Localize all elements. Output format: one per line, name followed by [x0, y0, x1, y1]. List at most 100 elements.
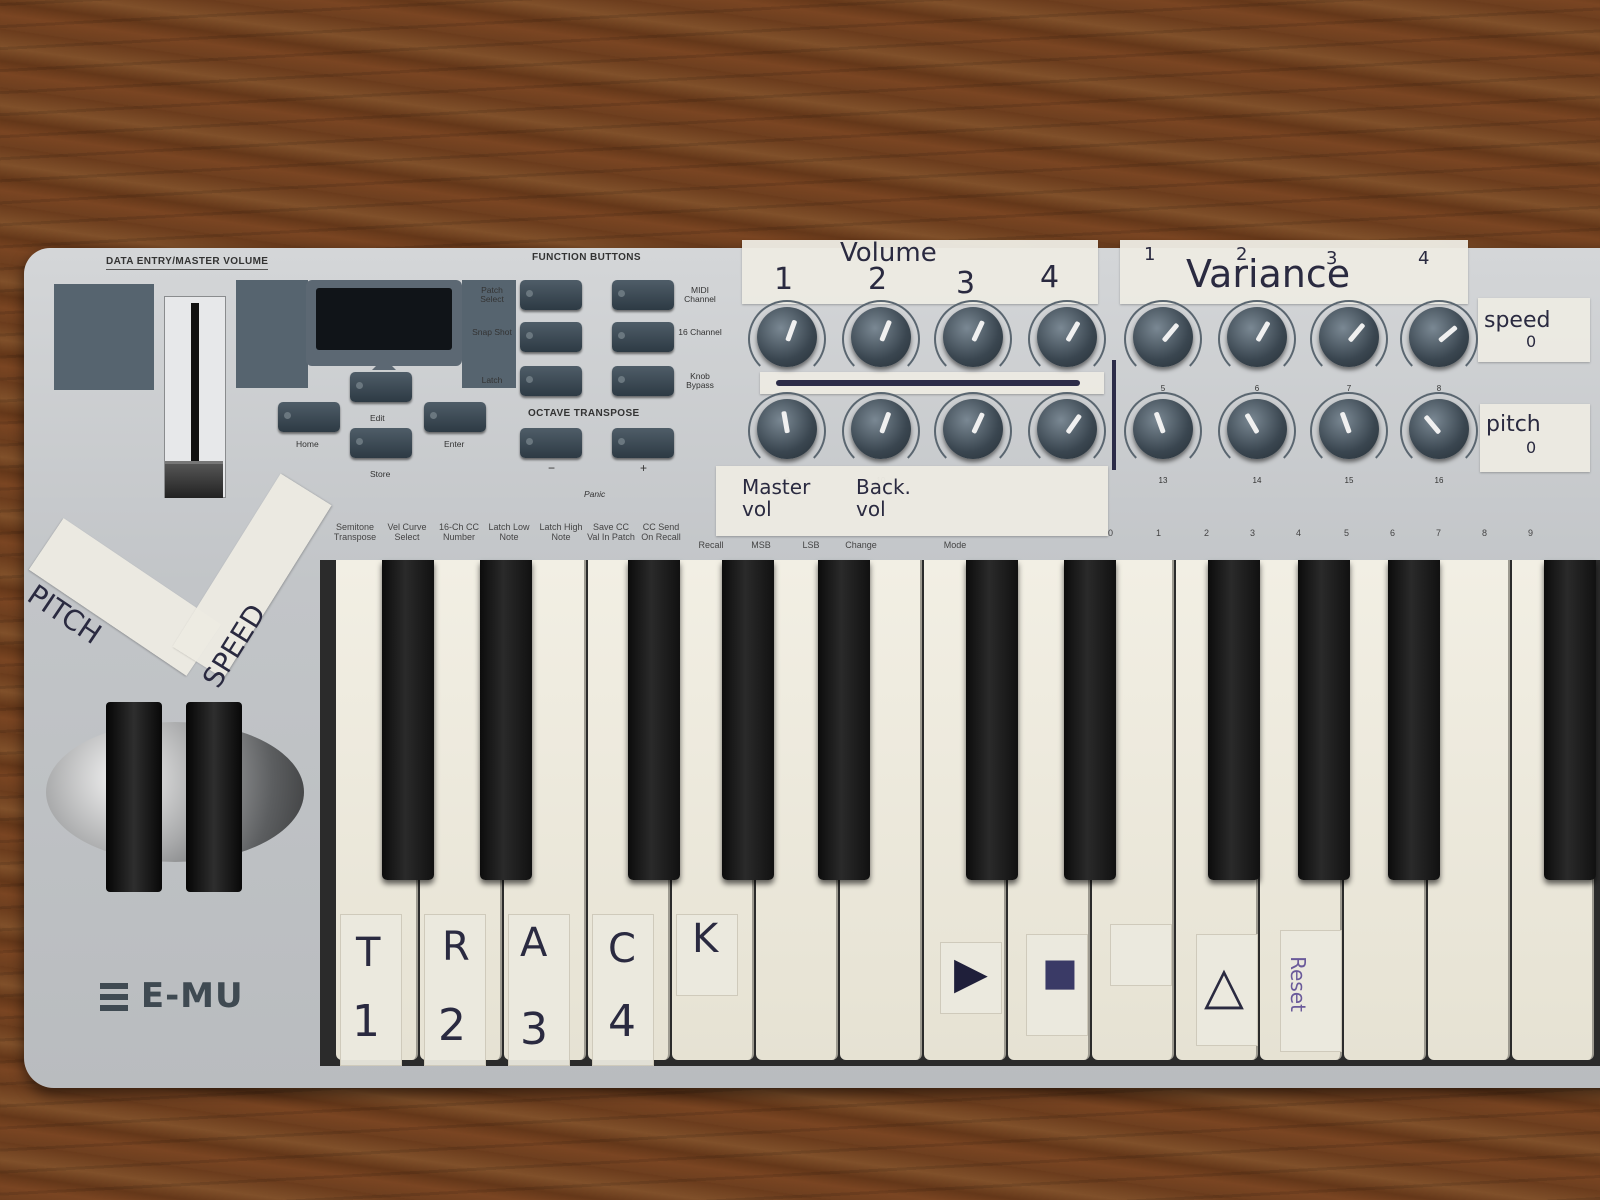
loop-icon: △ — [1204, 956, 1244, 1016]
latch-button[interactable] — [520, 366, 582, 396]
knob-cap[interactable] — [943, 307, 1003, 367]
key-number-4: 4 — [1296, 528, 1302, 538]
knob-cap[interactable] — [1037, 307, 1097, 367]
knob-pointer — [1244, 412, 1260, 435]
octave-plus-label: + — [640, 461, 648, 475]
knob-bypass-button[interactable] — [612, 366, 674, 396]
key-func-latch-low: Latch Low Note — [488, 522, 530, 542]
black-key[interactable] — [628, 560, 680, 880]
slider-track — [191, 303, 199, 473]
knob-pointer — [1153, 411, 1166, 434]
store-label: Store — [370, 469, 391, 479]
knob-cap[interactable] — [851, 307, 911, 367]
knob-pointer — [879, 411, 892, 434]
octave-down-button[interactable] — [520, 428, 582, 458]
knob-11[interactable] — [934, 392, 1012, 470]
knob-cap[interactable] — [1227, 399, 1287, 459]
knob-cap[interactable] — [1409, 307, 1469, 367]
patch-select-label: Patch Select — [480, 285, 504, 304]
black-key[interactable] — [818, 560, 870, 880]
black-key[interactable] — [1298, 560, 1350, 880]
knob-cap[interactable] — [1319, 399, 1379, 459]
knob-7[interactable]: 7 — [1310, 300, 1388, 393]
knob-2[interactable] — [842, 300, 920, 378]
key-func-save-cc: Save CC Val In Patch — [587, 522, 635, 542]
knob-cap[interactable] — [757, 307, 817, 367]
store-button[interactable] — [350, 428, 412, 458]
black-key[interactable] — [722, 560, 774, 880]
knob-6[interactable]: 6 — [1218, 300, 1296, 393]
up-button[interactable] — [350, 372, 412, 402]
key-func-recall: Recall — [698, 540, 724, 550]
16-channel-button[interactable] — [612, 322, 674, 352]
black-key[interactable] — [1064, 560, 1116, 880]
snap-shot-button[interactable] — [520, 322, 582, 352]
knob-8[interactable]: 8 — [1400, 300, 1478, 393]
variance-number-3: 3 — [1326, 248, 1338, 269]
key-number-8: 8 — [1482, 528, 1488, 538]
knob-cap[interactable] — [1133, 307, 1193, 367]
edit-label: Edit — [370, 413, 385, 423]
enter-label: Enter — [444, 439, 465, 449]
key-func-semitone: Semitone Transpose — [333, 522, 377, 542]
volume-label: Volume — [840, 238, 937, 268]
speed-wheel[interactable] — [186, 702, 242, 892]
white-key[interactable] — [1428, 560, 1510, 1060]
key-number-1: 1 — [1156, 528, 1162, 538]
master-volume-slider[interactable] — [164, 296, 226, 498]
slider-cap[interactable] — [165, 461, 223, 498]
snap-shot-label: Snap Shot — [472, 327, 512, 337]
knob-pointer — [785, 319, 798, 342]
track-number-3: 3 — [520, 1004, 548, 1055]
octave-up-button[interactable] — [612, 428, 674, 458]
knob-3[interactable] — [934, 300, 1012, 378]
knob-pointer — [1065, 320, 1081, 343]
key-func-mode: Mode — [943, 540, 967, 550]
knob-10[interactable]: 10 — [842, 392, 920, 485]
16-channel-label: 16 Channel — [678, 327, 722, 337]
knob-4[interactable] — [1028, 300, 1106, 378]
knob-cap[interactable] — [1319, 307, 1379, 367]
knob-cap[interactable] — [757, 399, 817, 459]
variance-number-2: 2 — [1236, 244, 1248, 265]
data-entry-label: DATA ENTRY/MASTER VOLUME — [106, 256, 269, 270]
key-number-3: 3 — [1250, 528, 1256, 538]
black-key[interactable] — [1544, 560, 1596, 880]
black-key[interactable] — [1388, 560, 1440, 880]
patch-select-button[interactable] — [520, 280, 582, 310]
knob-pointer — [1339, 411, 1352, 434]
knob-cap[interactable] — [851, 399, 911, 459]
knob-cap[interactable] — [1227, 307, 1287, 367]
knob-14[interactable]: 14 — [1218, 392, 1296, 485]
knob-15[interactable]: 15 — [1310, 392, 1388, 485]
octave-transpose-label: OCTAVE TRANSPOSE — [528, 408, 640, 419]
octave-minus-label: − — [548, 461, 556, 475]
knob-1[interactable] — [748, 300, 826, 378]
black-key[interactable] — [966, 560, 1018, 880]
knob-pointer — [971, 320, 986, 343]
home-button[interactable] — [278, 402, 340, 432]
key-func-cc-number: 16-Ch CC Number — [438, 522, 479, 542]
knob-9[interactable]: 9 — [748, 392, 826, 485]
knob-pointer — [1161, 322, 1180, 343]
knob-cap[interactable] — [1409, 399, 1469, 459]
black-key[interactable] — [382, 560, 434, 880]
knob-16[interactable]: 16 — [1400, 392, 1478, 485]
knob-pointer — [1423, 414, 1442, 435]
knob-13[interactable]: 13 — [1124, 392, 1202, 485]
knob-12[interactable] — [1028, 392, 1106, 470]
knob-cap[interactable] — [943, 399, 1003, 459]
black-key[interactable] — [480, 560, 532, 880]
knob-number: 13 — [1158, 476, 1168, 485]
pitch-wheel[interactable] — [106, 702, 162, 892]
enter-button[interactable] — [424, 402, 486, 432]
key-number-9: 9 — [1528, 528, 1534, 538]
black-key[interactable] — [1208, 560, 1260, 880]
track-number-1: 1 — [352, 996, 380, 1047]
knob-cap[interactable] — [1133, 399, 1193, 459]
knob-5[interactable]: 5 — [1124, 300, 1202, 393]
knob-cap[interactable] — [1037, 399, 1097, 459]
blank-tape — [1110, 924, 1172, 986]
midi-channel-button[interactable] — [612, 280, 674, 310]
track-number-4: 4 — [608, 996, 636, 1047]
